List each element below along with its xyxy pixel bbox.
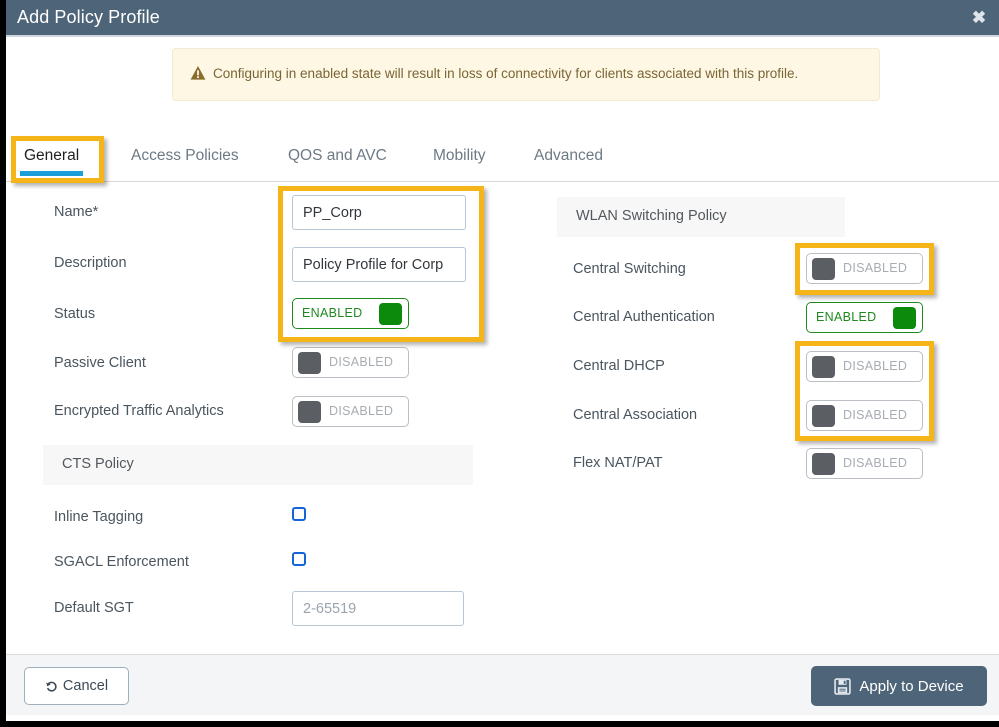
tab-access-policies[interactable]: Access Policies (131, 147, 239, 165)
undo-arrow-icon (45, 681, 57, 692)
inline-tagging-checkbox[interactable] (292, 507, 306, 521)
sgacl-enforcement-label: SGACL Enforcement (54, 554, 189, 570)
status-label: Status (54, 306, 96, 322)
status-toggle[interactable]: ENABLED (292, 298, 409, 329)
warning-text: Configuring in enabled state will result… (213, 66, 799, 81)
tab-qos-and-avc-label: QOS and AVC (288, 147, 387, 164)
flex-nat-pat-toggle-label: DISABLED (843, 456, 908, 470)
tab-general-overlay[interactable]: General (20, 147, 84, 176)
flex-nat-pat-toggle[interactable]: DISABLED (806, 448, 923, 479)
apply-to-device-button-label: Apply to Device (859, 677, 964, 695)
save-floppy-icon (834, 677, 852, 695)
bottom-edge-strip (0, 721, 999, 727)
dialog-titlebar: Add Policy Profile ✖ (6, 0, 999, 37)
central-association-toggle-label: DISABLED (843, 408, 908, 422)
central-dhcp-toggle-label: DISABLED (843, 359, 908, 373)
tab-active-underline-overlay (20, 171, 84, 176)
central-authentication-toggle-label: ENABLED (816, 310, 877, 324)
default-sgt-input[interactable] (292, 591, 464, 626)
sgacl-enforcement-checkbox[interactable] (292, 552, 306, 566)
toggle-knob (812, 258, 835, 280)
tab-access-policies-label: Access Policies (131, 147, 239, 164)
wlan-switching-policy-section-header: WLAN Switching Policy (557, 197, 845, 237)
central-authentication-toggle[interactable]: ENABLED (806, 302, 923, 333)
dialog-title: Add Policy Profile (17, 7, 160, 27)
tab-qos-and-avc[interactable]: QOS and AVC (288, 147, 387, 165)
toggle-knob (298, 401, 321, 423)
dialog-footer: Cancel Apply to Device (6, 654, 999, 715)
warning-banner: Configuring in enabled state will result… (172, 48, 880, 101)
apply-to-device-button[interactable]: Apply to Device (811, 666, 987, 706)
tab-mobility-label: Mobility (433, 147, 486, 164)
toggle-knob (298, 352, 321, 374)
passive-client-toggle-label: DISABLED (329, 355, 394, 369)
toggle-knob (893, 307, 916, 329)
toggle-knob (812, 453, 835, 475)
close-icon[interactable]: ✖ (969, 8, 989, 28)
encrypted-traffic-analytics-toggle-label: DISABLED (329, 404, 394, 418)
central-authentication-label: Central Authentication (573, 309, 715, 325)
tab-bar-divider (6, 181, 999, 182)
cancel-button-label: Cancel (62, 678, 109, 694)
inline-tagging-label: Inline Tagging (54, 509, 144, 525)
central-dhcp-label: Central DHCP (573, 358, 665, 374)
toggle-knob (379, 303, 402, 325)
central-association-toggle[interactable]: DISABLED (806, 400, 923, 431)
description-label: Description (54, 255, 127, 271)
passive-client-label: Passive Client (54, 355, 146, 371)
cts-policy-section-title: CTS Policy (62, 456, 134, 472)
tab-mobility[interactable]: Mobility (433, 147, 486, 165)
central-switching-label: Central Switching (573, 261, 686, 277)
name-label: Name* (54, 204, 99, 220)
wlan-switching-policy-section-title: WLAN Switching Policy (576, 208, 727, 224)
status-toggle-label: ENABLED (302, 306, 363, 320)
encrypted-traffic-analytics-toggle[interactable]: DISABLED (292, 396, 409, 427)
central-association-label: Central Association (573, 407, 698, 423)
toggle-knob (812, 356, 835, 378)
add-policy-profile-dialog: Add Policy Profile ✖ Configuring in enab… (6, 0, 999, 721)
flex-nat-pat-label: Flex NAT/PAT (573, 455, 663, 471)
toggle-knob (812, 405, 835, 427)
screenshot-root: Add Policy Profile ✖ Configuring in enab… (0, 0, 999, 727)
central-switching-toggle[interactable]: DISABLED (806, 253, 923, 284)
tab-general-overlay-label: General (24, 147, 80, 164)
encrypted-traffic-analytics-label: Encrypted Traffic Analytics (54, 403, 224, 419)
description-input[interactable] (292, 247, 466, 282)
central-dhcp-toggle[interactable]: DISABLED (806, 351, 923, 382)
tab-advanced-label: Advanced (534, 147, 603, 164)
passive-client-toggle[interactable]: DISABLED (292, 347, 409, 378)
cts-policy-section-header: CTS Policy (43, 445, 473, 485)
default-sgt-label: Default SGT (54, 600, 134, 616)
central-switching-toggle-label: DISABLED (843, 261, 908, 275)
left-edge-strip (0, 0, 6, 727)
name-input[interactable] (292, 195, 466, 230)
warning-triangle-icon (190, 66, 206, 80)
cancel-button[interactable]: Cancel (24, 667, 129, 705)
tab-advanced[interactable]: Advanced (534, 147, 603, 165)
